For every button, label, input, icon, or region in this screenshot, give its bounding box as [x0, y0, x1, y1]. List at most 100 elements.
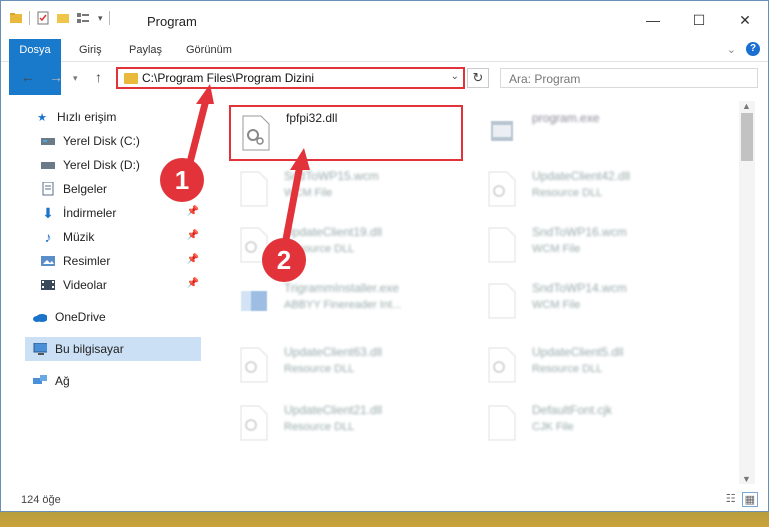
sidebar-item-label: Resimler — [63, 254, 111, 268]
sidebar-item-label: Müzik — [63, 230, 95, 244]
sidebar-item-quick-access[interactable]: ★ Hızlı erişim — [35, 105, 235, 129]
sidebar-item-disk-d[interactable]: Yerel Disk (D:) — [41, 153, 241, 177]
drive-icon — [41, 159, 55, 171]
file-name: UpdateClient19.dll — [284, 225, 383, 239]
sidebar-item-label: Videolar — [63, 278, 107, 292]
sidebar-item-documents[interactable]: Belgeler — [41, 177, 241, 201]
file-item[interactable]: program.exe — [477, 105, 717, 161]
properties-icon[interactable] — [36, 11, 50, 25]
file-type: Resource DLL — [532, 187, 603, 199]
file-item[interactable]: SndToWP16.wcm WCM File — [477, 219, 717, 275]
sidebar-item-label: Yerel Disk (C:) — [63, 134, 140, 148]
sidebar-item-label: Belgeler — [63, 182, 108, 196]
file-item-target[interactable]: fpfpi32.dll — [229, 105, 463, 161]
file-item[interactable]: UpdateClient5.dll Resource DLL — [477, 339, 717, 395]
pin-icon[interactable]: 📌 — [187, 230, 199, 241]
pin-icon[interactable]: 📌 — [187, 254, 199, 265]
forward-arrow-icon[interactable]: → — [49, 69, 63, 85]
file-list: fpfpi32.dll program.exe SndToWP15.wcm WC… — [221, 101, 739, 481]
installer-icon — [241, 291, 267, 311]
videos-icon — [41, 279, 55, 291]
search-placeholder: Ara: Program — [509, 72, 581, 86]
file-item[interactable]: UpdateClient63.dll Resource DLL — [229, 339, 469, 395]
details-view-icon[interactable]: ☷ — [726, 492, 736, 507]
sidebar-item-network[interactable]: Ağ — [33, 369, 233, 393]
maximize-button[interactable]: ☐ — [676, 1, 722, 39]
refresh-button[interactable]: ↻ — [467, 68, 489, 88]
new-folder-icon[interactable] — [56, 11, 70, 25]
dll-file-icon — [242, 115, 270, 151]
folder-icon[interactable] — [9, 11, 23, 25]
sidebar-item-label: Yerel Disk (D:) — [63, 158, 140, 172]
file-type: Resource DLL — [532, 363, 603, 375]
sidebar-item-this-pc[interactable]: Bu bilgisayar — [25, 337, 201, 361]
sidebar-item-pictures[interactable]: Resimler 📌 — [41, 249, 201, 273]
file-name: SndToWP15.wcm — [284, 169, 379, 183]
file-item[interactable]: TrigrammInstaller.exe ABBYY Finereader I… — [229, 275, 469, 331]
status-bar: 124 öğe ☷ ▦ — [1, 489, 768, 511]
file-item[interactable]: DefaultFont.cjk CJK File — [477, 397, 717, 453]
file-item[interactable]: SndToWP15.wcm WCM File — [229, 163, 469, 219]
file-item[interactable]: UpdateClient21.dll Resource DLL — [229, 397, 469, 453]
file-name: fpfpi32.dll — [286, 111, 338, 125]
folder-icon — [124, 73, 138, 84]
cloud-icon — [33, 311, 47, 323]
scroll-down-icon[interactable]: ▼ — [742, 474, 751, 484]
vertical-scrollbar[interactable]: ▲ ▼ — [739, 101, 755, 484]
pin-icon[interactable]: 📌 — [187, 278, 199, 289]
minimize-button[interactable]: — — [630, 1, 676, 39]
network-icon — [33, 375, 47, 387]
large-icons-view-icon[interactable]: ▦ — [741, 492, 758, 507]
view-options-icon[interactable] — [76, 11, 92, 25]
navigation-bar: ← → ▾ ↑ C:\Program Files\Program Dizini … — [1, 65, 768, 93]
chevron-down-icon[interactable]: ⌄ — [451, 71, 459, 82]
search-input[interactable]: Ara: Program — [500, 68, 758, 88]
title-bar: ▾ Program — ☐ ✕ — [1, 1, 768, 39]
sidebar-item-music[interactable]: ♪ Müzik 📌 — [41, 225, 201, 249]
expand-ribbon-icon[interactable]: ⌄ — [727, 43, 736, 56]
file-type: WCM File — [284, 187, 333, 199]
help-icon[interactable]: ? — [746, 42, 760, 56]
file-name: program.exe — [532, 111, 600, 125]
sidebar-item-onedrive[interactable]: OneDrive — [33, 305, 233, 329]
refresh-icon: ↻ — [472, 70, 484, 85]
sidebar-item-downloads[interactable]: ⬇ İndirmeler 📌 — [41, 201, 201, 225]
tab-view[interactable]: Görünüm — [186, 39, 232, 61]
download-icon: ⬇ — [42, 204, 54, 221]
scrollbar-thumb[interactable] — [741, 113, 753, 161]
sidebar-item-videos[interactable]: Videolar 📌 — [41, 273, 201, 297]
file-icon — [240, 171, 268, 207]
tab-home[interactable]: Giriş — [79, 39, 102, 61]
pin-icon[interactable]: 📌 — [187, 206, 199, 217]
recent-locations-icon[interactable]: ▾ — [73, 73, 78, 84]
music-icon: ♪ — [44, 229, 52, 245]
file-icon — [488, 283, 516, 319]
up-arrow-icon[interactable]: ↑ — [95, 69, 102, 85]
file-name: TrigrammInstaller.exe — [284, 281, 399, 295]
window-controls: — ☐ ✕ — [630, 1, 768, 39]
tab-share[interactable]: Paylaş — [129, 39, 162, 61]
sidebar-item-disk-c[interactable]: Yerel Disk (C:) — [41, 129, 241, 153]
file-item[interactable]: SndToWP14.wcm WCM File — [477, 275, 717, 331]
address-bar[interactable]: C:\Program Files\Program Dizini ⌄ — [116, 67, 465, 89]
back-arrow-icon[interactable]: ← — [21, 69, 35, 85]
file-type: WCM File — [532, 243, 581, 255]
dll-file-icon — [240, 347, 268, 383]
file-icon — [488, 227, 516, 263]
ribbon-right: ⌄ ? — [727, 42, 760, 56]
close-button[interactable]: ✕ — [722, 1, 768, 39]
sidebar-item-label: İndirmeler — [63, 206, 117, 220]
window-title: Program — [147, 14, 197, 29]
step-2-badge: 2 — [262, 238, 306, 282]
chevron-down-icon[interactable]: ▾ — [98, 13, 103, 24]
file-name: SndToWP16.wcm — [532, 225, 627, 239]
sidebar-item-label: OneDrive — [55, 310, 106, 324]
explorer-window: ▾ Program — ☐ ✕ Dosya Giriş Paylaş Görün… — [0, 0, 769, 512]
dll-file-icon — [240, 405, 268, 441]
file-item[interactable]: UpdateClient42.dll Resource DLL — [477, 163, 717, 219]
sidebar-item-label: Bu bilgisayar — [55, 342, 124, 356]
quick-access-toolbar: ▾ — [9, 11, 110, 25]
scroll-up-icon[interactable]: ▲ — [742, 101, 751, 111]
file-type: Resource DLL — [284, 421, 355, 433]
exe-file-icon — [491, 121, 513, 141]
